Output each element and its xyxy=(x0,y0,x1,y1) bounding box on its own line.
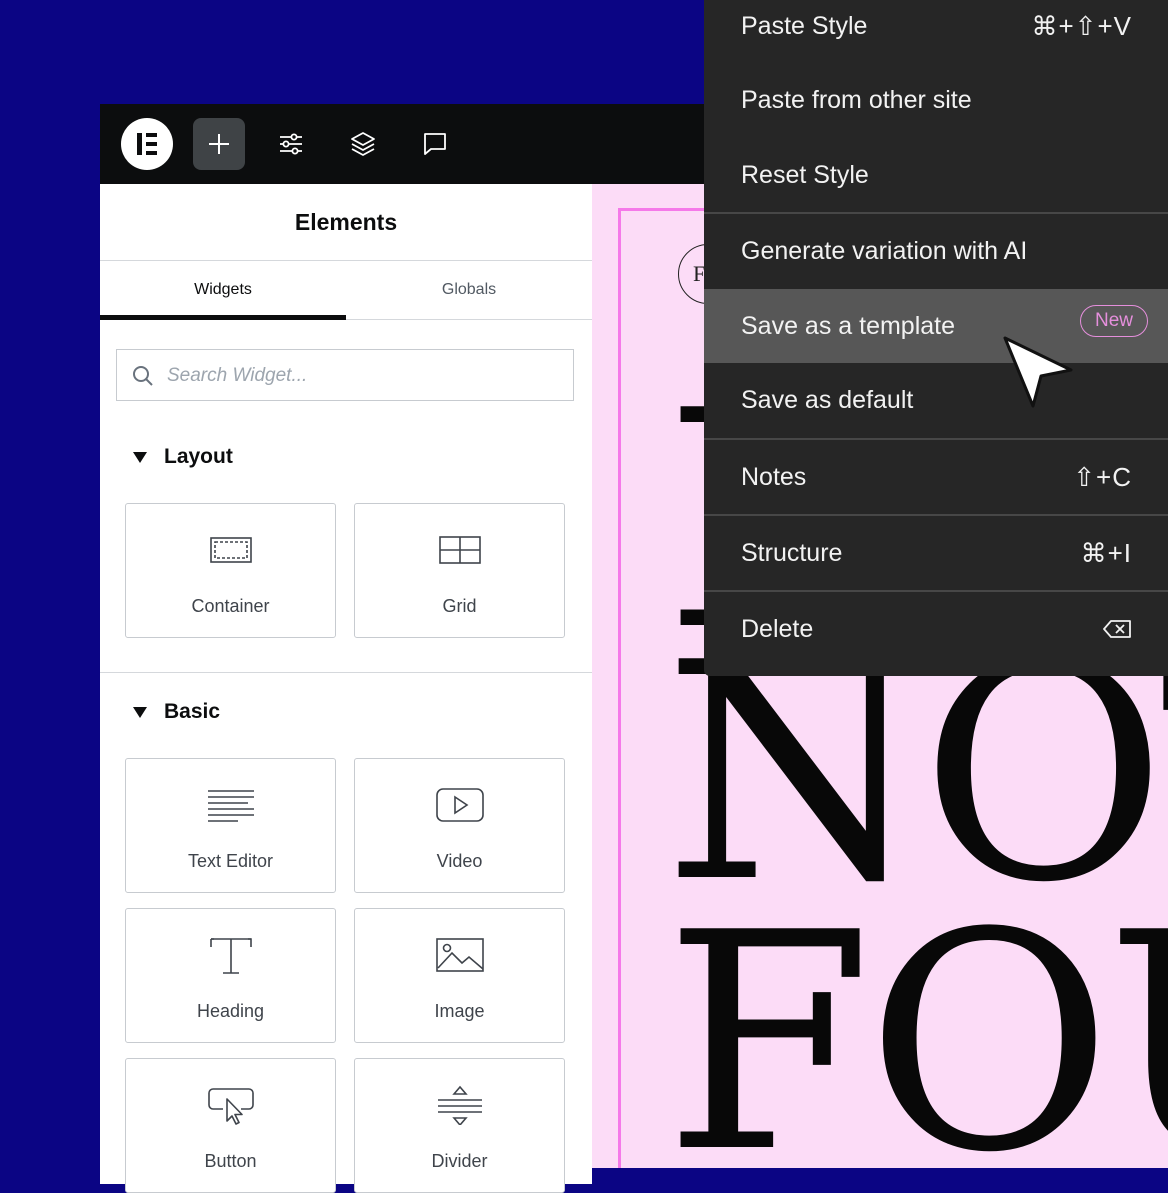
menu-item-delete[interactable]: Delete xyxy=(704,592,1168,666)
menu-item-save-as-default[interactable]: Save as default xyxy=(704,363,1168,437)
widget-container[interactable]: Container xyxy=(125,503,336,638)
notes-button[interactable] xyxy=(409,118,461,170)
menu-item-generate-variation-ai[interactable]: Generate variation with AI xyxy=(704,214,1168,288)
menu-item-notes[interactable]: Notes ⇧+C xyxy=(704,440,1168,514)
widget-label: Text Editor xyxy=(187,851,274,871)
sliders-icon xyxy=(280,133,302,155)
context-menu: Paste Style ⌘+⇧+V Paste from other site … xyxy=(704,0,1168,676)
panel-title: Elements xyxy=(100,184,592,261)
widget-heading[interactable]: Heading xyxy=(125,908,336,1043)
widget-label: Divider xyxy=(431,1151,488,1171)
caret-down-icon xyxy=(133,706,147,718)
grid-icon xyxy=(434,530,486,570)
menu-item-paste-style[interactable]: Paste Style ⌘+⇧+V xyxy=(704,0,1168,63)
mouse-pointer-icon xyxy=(1003,336,1073,408)
heading-icon xyxy=(205,935,257,975)
video-icon xyxy=(434,785,486,825)
menu-item-structure[interactable]: Structure ⌘+I xyxy=(704,516,1168,590)
search-input[interactable] xyxy=(165,350,559,402)
add-element-button[interactable] xyxy=(193,118,245,170)
editor-topbar xyxy=(100,104,720,184)
section-title: Layout xyxy=(164,445,233,468)
layers-icon xyxy=(351,132,375,156)
shortcut: ⌘+I xyxy=(1080,537,1132,568)
site-settings-button[interactable] xyxy=(265,118,317,170)
comment-icon xyxy=(424,133,446,155)
widget-search xyxy=(116,349,574,402)
widget-text-editor[interactable]: Text Editor xyxy=(125,758,336,893)
panel-tabs: Widgets Globals xyxy=(100,261,592,320)
widget-button[interactable]: Button xyxy=(125,1058,336,1193)
widget-grid[interactable]: Grid xyxy=(354,503,565,638)
widget-label: Button xyxy=(204,1151,257,1171)
widget-label: Container xyxy=(191,596,270,616)
image-icon xyxy=(434,935,486,975)
shortcut: ⌘+⇧+V xyxy=(1031,10,1132,41)
plus-icon xyxy=(209,134,229,154)
menu-item-paste-from-other-site[interactable]: Paste from other site xyxy=(704,63,1168,137)
menu-item-reset-style[interactable]: Reset Style xyxy=(704,138,1168,212)
section-title: Basic xyxy=(164,700,221,723)
section-basic[interactable]: Basic xyxy=(133,700,220,724)
widget-video[interactable]: Video xyxy=(354,758,565,893)
menu-item-save-as-template[interactable]: Save as a template New xyxy=(704,289,1168,363)
delete-key-icon xyxy=(1103,620,1131,638)
button-icon xyxy=(205,1085,257,1125)
widget-divider[interactable]: Divider xyxy=(354,1058,565,1193)
new-badge: New xyxy=(1079,305,1148,337)
section-layout[interactable]: Layout xyxy=(133,445,233,469)
search-icon xyxy=(133,366,153,386)
section-divider xyxy=(100,672,592,673)
caret-down-icon xyxy=(133,451,147,463)
widget-label: Video xyxy=(436,851,483,871)
widget-label: Grid xyxy=(442,596,477,616)
container-icon xyxy=(205,530,257,570)
widget-label: Image xyxy=(434,1001,485,1021)
tab-globals[interactable]: Globals xyxy=(346,261,592,319)
tab-widgets[interactable]: Widgets xyxy=(100,261,346,320)
structure-button[interactable] xyxy=(337,118,389,170)
shortcut: ⇧+C xyxy=(1073,461,1132,492)
widget-image[interactable]: Image xyxy=(354,908,565,1043)
text-editor-icon xyxy=(205,785,257,825)
divider-icon xyxy=(434,1085,486,1127)
heading-line-3: FOUND xyxy=(664,869,1168,1169)
widget-label: Heading xyxy=(196,1001,265,1021)
elementor-logo[interactable] xyxy=(121,118,173,170)
elements-panel: Elements Widgets Globals Layout Containe… xyxy=(100,184,592,1193)
